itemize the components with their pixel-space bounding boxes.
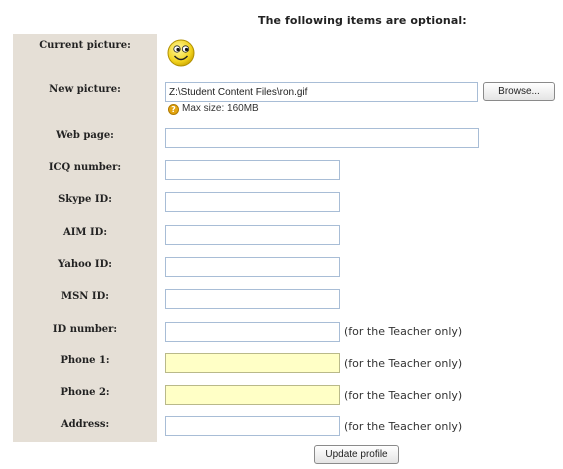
id-number-teacher-note: (for the Teacher only) — [344, 325, 463, 338]
new-picture-label: New picture: — [49, 84, 121, 95]
help-icon[interactable]: ? — [168, 104, 179, 115]
address-teacher-note: (for the Teacher only) — [344, 420, 463, 433]
phone2-input[interactable] — [165, 385, 340, 405]
aim-id-input[interactable] — [165, 225, 340, 245]
phone1-label: Phone 1: — [60, 355, 110, 366]
icq-number-input[interactable] — [165, 160, 340, 180]
skype-id-input[interactable] — [165, 192, 340, 212]
yahoo-id-label: Yahoo ID: — [58, 259, 112, 270]
msn-id-label: MSN ID: — [61, 291, 109, 302]
smiley-face-icon — [167, 39, 195, 67]
msn-id-input[interactable] — [165, 289, 340, 309]
web-page-input[interactable] — [165, 128, 479, 148]
label-column — [13, 34, 157, 442]
address-input[interactable] — [165, 416, 340, 436]
phone1-input[interactable] — [165, 353, 340, 373]
max-size-text: Max size: 160MB — [182, 103, 259, 114]
id-number-input[interactable] — [165, 322, 340, 342]
new-picture-file-input[interactable] — [165, 82, 478, 102]
yahoo-id-input[interactable] — [165, 257, 340, 277]
update-profile-button[interactable]: Update profile — [314, 445, 399, 464]
phone2-teacher-note: (for the Teacher only) — [344, 389, 463, 402]
address-label: Address: — [60, 419, 110, 430]
browse-button[interactable]: Browse... — [483, 82, 555, 101]
web-page-label: Web page: — [56, 130, 114, 141]
phone1-teacher-note: (for the Teacher only) — [344, 357, 463, 370]
icq-number-label: ICQ number: — [48, 162, 122, 173]
skype-id-label: Skype ID: — [58, 194, 112, 205]
phone2-label: Phone 2: — [60, 387, 110, 398]
section-heading: The following items are optional: — [258, 14, 467, 27]
id-number-label: ID number: — [52, 324, 118, 335]
aim-id-label: AIM ID: — [62, 227, 108, 238]
current-picture-label: Current picture: — [39, 40, 131, 51]
